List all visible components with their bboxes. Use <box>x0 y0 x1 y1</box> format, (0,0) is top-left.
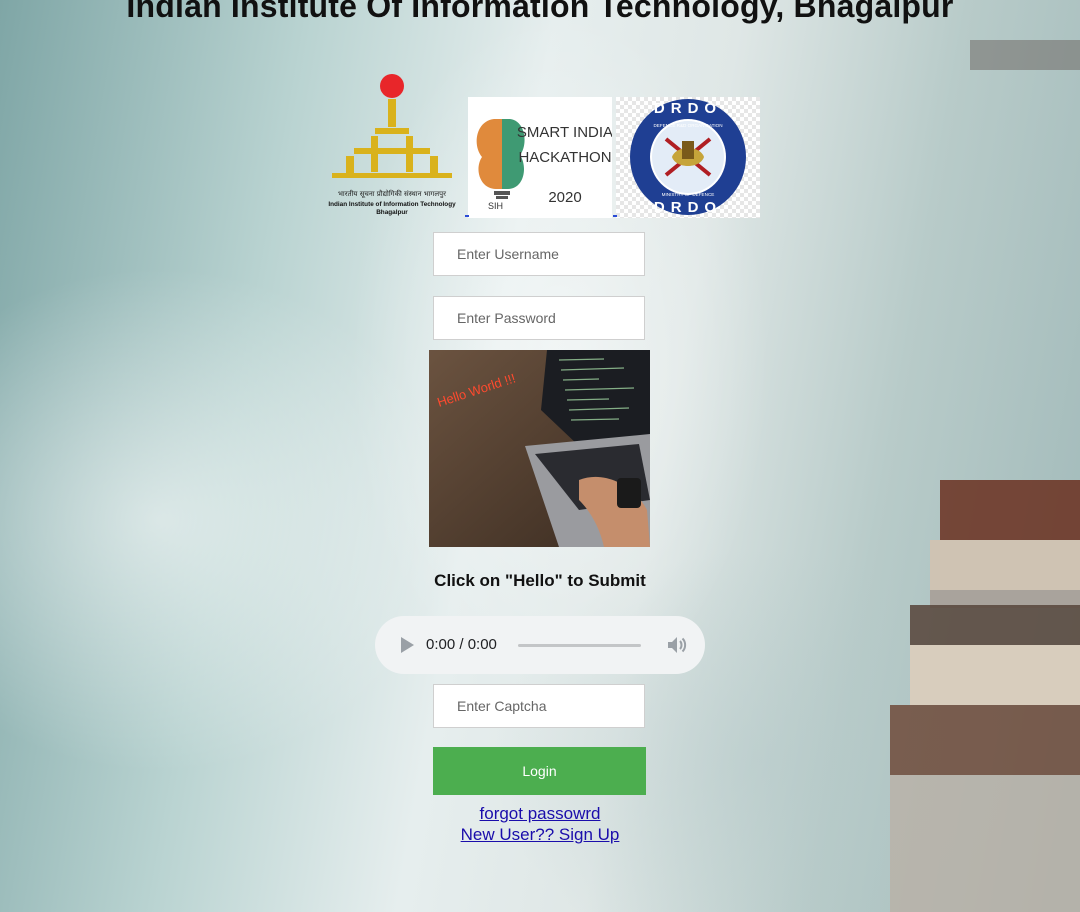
iiit-bhagalpur-logo[interactable]: भारतीय सूचना प्रौद्योगिकी संस्थान भागलपु… <box>318 72 466 218</box>
volume-icon[interactable] <box>665 633 689 657</box>
logo-link-underline <box>465 215 469 217</box>
captcha-input[interactable] <box>433 684 645 728</box>
drdo-bottom-text: DRDO <box>654 199 722 216</box>
drdo-top-text: DRDO <box>654 100 722 117</box>
iiit-logo-hindi-text: भारतीय सूचना प्रौद्योगिकी संस्थान भागलपु… <box>338 189 446 198</box>
signup-row: New User?? Sign Up <box>0 825 1080 845</box>
audio-time: 0:00 / 0:00 <box>426 636 497 653</box>
forgot-password-link[interactable]: forgot passowrd <box>480 804 601 823</box>
logo-row: भारतीय सूचना प्रौद्योगिकी संस्थान भागलपु… <box>318 72 760 220</box>
captcha-instruction: Click on "Hello" to Submit <box>434 571 646 590</box>
sih-line2-text: HACKATHON <box>518 149 611 166</box>
signup-link[interactable]: New User?? Sign Up <box>461 825 620 844</box>
drdo-logo[interactable]: DRDO DRDO DEFENCE R&D ORGANISATION MINIS… <box>616 97 760 218</box>
username-input[interactable] <box>433 232 645 276</box>
sih-line3-text: 2020 <box>548 189 581 206</box>
sih-mark-text: SIH <box>488 201 503 211</box>
play-icon[interactable] <box>397 635 417 655</box>
logo-link-underline <box>613 215 617 217</box>
drdo-ring-bottom-text: MINISTRY OF DEFENCE <box>662 192 715 197</box>
password-input[interactable] <box>433 296 645 340</box>
captcha-image[interactable]: Hello World !!! <box>429 350 650 547</box>
smart-india-hackathon-logo[interactable]: SIH SMART INDIA HACKATHON 2020 <box>468 97 613 218</box>
login-button[interactable]: Login <box>433 747 646 795</box>
audio-progress-slider[interactable] <box>518 644 641 647</box>
drdo-emblem-icon: DRDO DRDO DEFENCE R&D ORGANISATION MINIS… <box>630 99 746 216</box>
iiit-logo-name-text: Indian Institute of Information Technolo… <box>328 201 456 208</box>
books-background-image <box>890 40 1080 912</box>
page-title: Indian Institute Of Information Technolo… <box>126 0 954 24</box>
forgot-password-row: forgot passowrd <box>0 804 1080 824</box>
laptop-photo: Hello World !!! <box>429 350 650 547</box>
iiit-logo-city-text: Bhagalpur <box>376 209 408 216</box>
audio-player[interactable]: 0:00 / 0:00 <box>375 616 705 674</box>
sih-line1-text: SMART INDIA <box>517 124 612 141</box>
sih-brain-icon: SIH SMART INDIA HACKATHON 2020 <box>476 119 613 211</box>
drdo-ring-top-text: DEFENCE R&D ORGANISATION <box>653 123 722 128</box>
